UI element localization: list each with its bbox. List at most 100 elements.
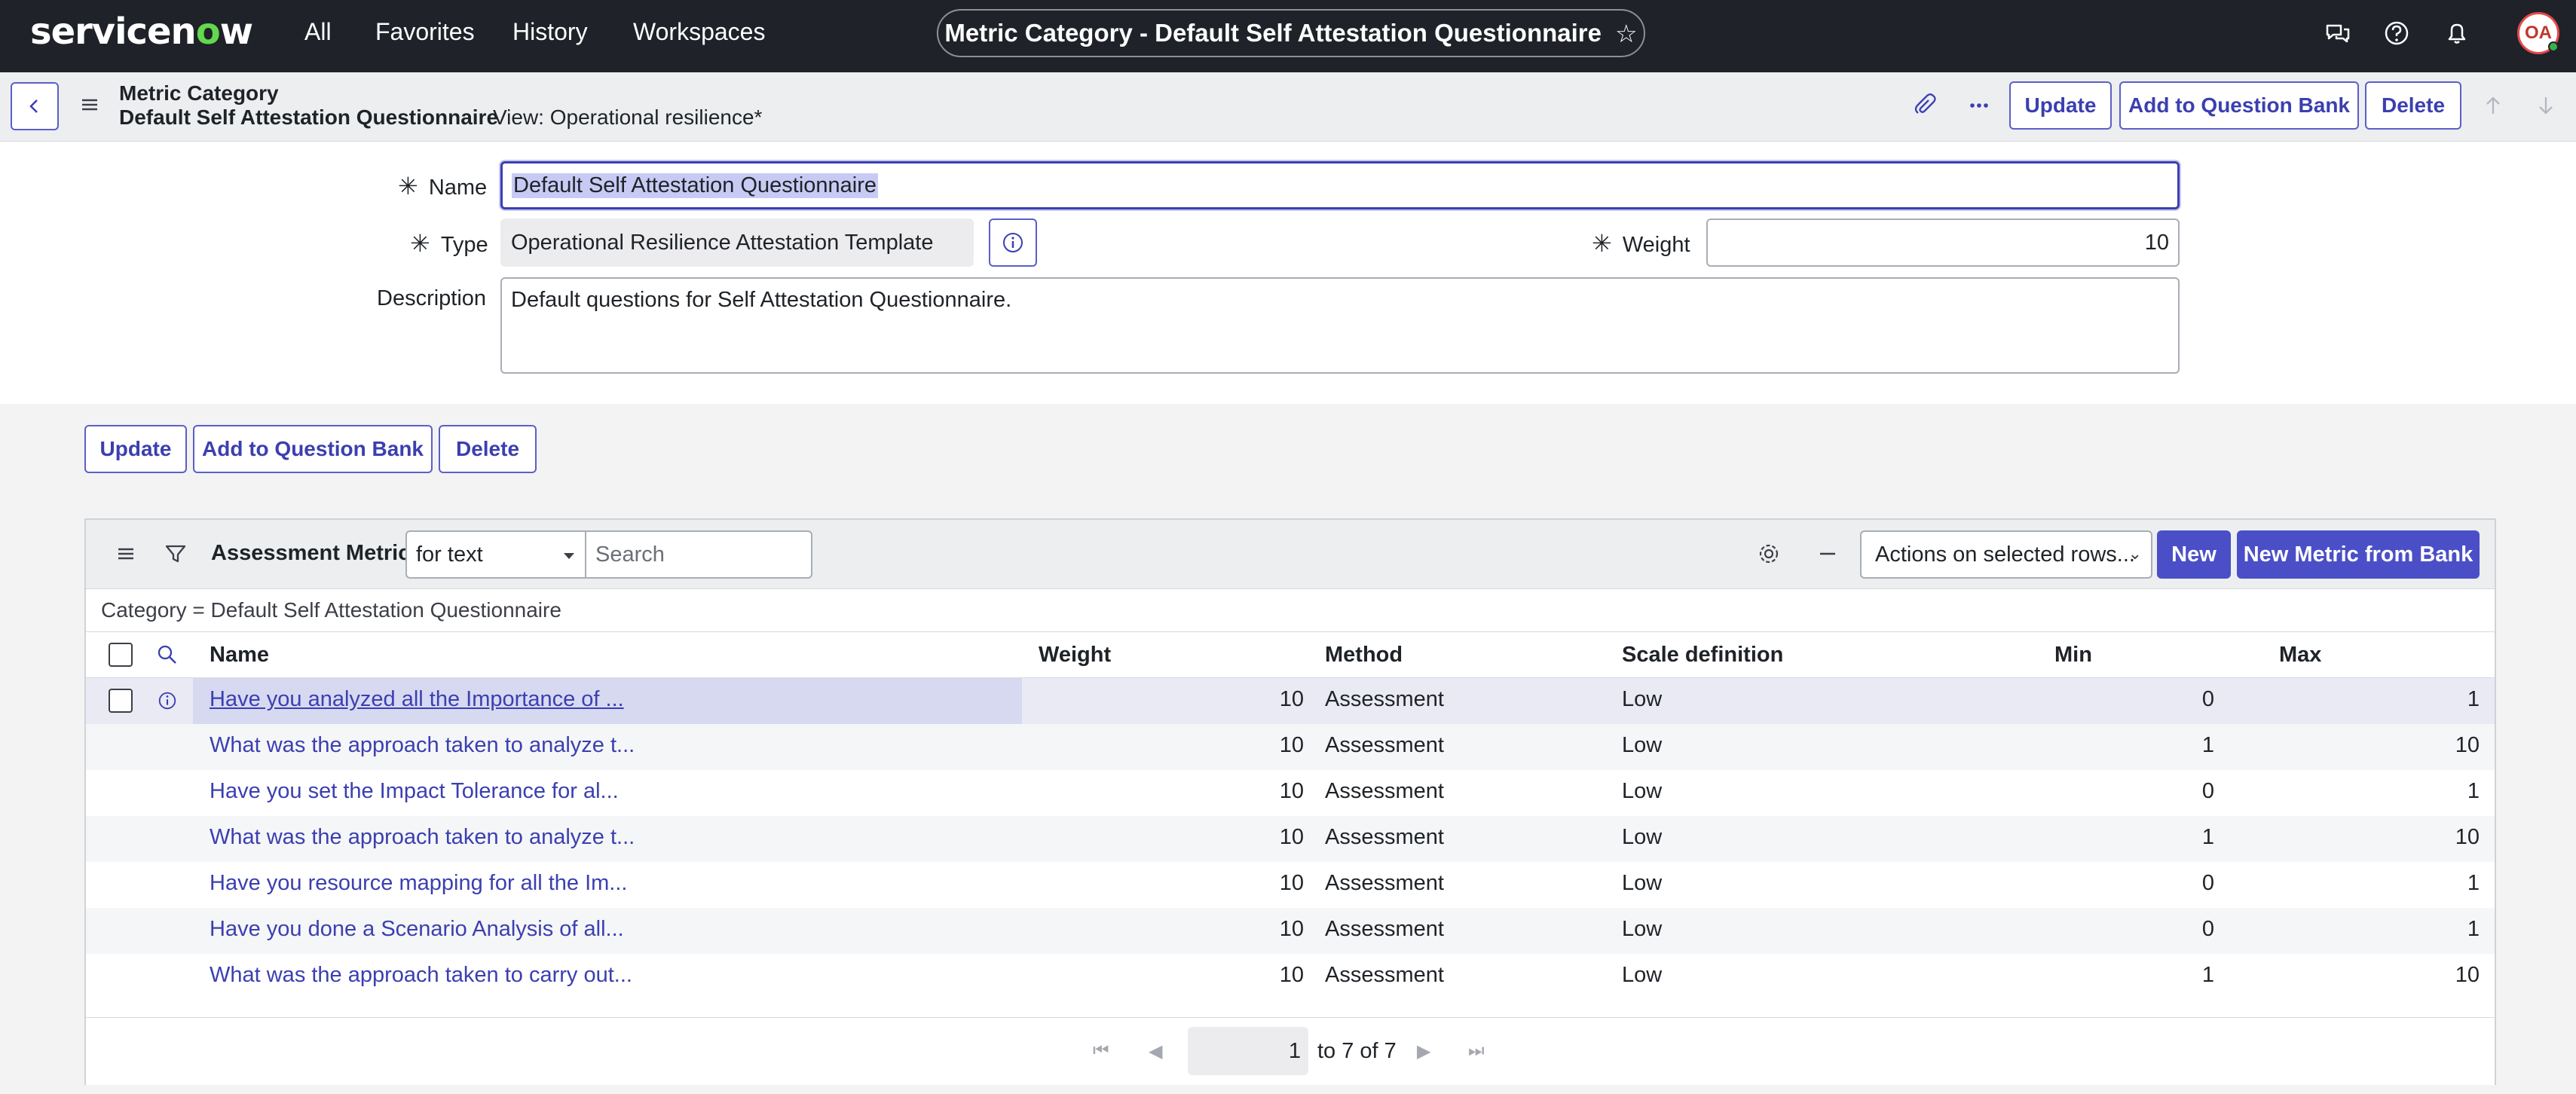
page-number-input[interactable]: 1 bbox=[1188, 1027, 1308, 1075]
list-pagination: ⏮ ◀ 1 to 7 of 7 ▶ ⏭ bbox=[86, 1017, 2495, 1085]
header-delete-button[interactable]: Delete bbox=[2365, 81, 2461, 130]
collapse-icon[interactable] bbox=[1813, 539, 1842, 568]
back-button[interactable] bbox=[11, 82, 59, 130]
type-label-text: Type bbox=[440, 233, 488, 257]
column-header-max[interactable]: Max bbox=[2279, 643, 2321, 668]
last-page-icon[interactable]: ⏭ bbox=[1468, 1041, 1485, 1062]
list-filter-breadcrumb[interactable]: Category = Default Self Attestation Ques… bbox=[101, 598, 561, 622]
description-field[interactable]: Default questions for Self Attestation Q… bbox=[500, 277, 2180, 374]
table-row[interactable]: Have you done a Scenario Analysis of all… bbox=[86, 908, 2495, 954]
list-menu-icon[interactable] bbox=[112, 539, 140, 568]
row-name-link[interactable]: What was the approach taken to analyze t… bbox=[210, 825, 635, 850]
chevron-left-icon bbox=[29, 99, 38, 113]
search-icon[interactable] bbox=[155, 643, 179, 667]
servicenow-logo[interactable]: servicenow bbox=[30, 11, 253, 53]
row-name-link[interactable]: What was the approach taken to analyze t… bbox=[210, 733, 635, 758]
row-scale: Low bbox=[1622, 871, 1663, 895]
info-icon[interactable] bbox=[157, 690, 178, 711]
first-page-icon[interactable]: ⏮ bbox=[1093, 1041, 1109, 1062]
row-name-link[interactable]: Have you set the Impact Tolerance for al… bbox=[210, 779, 619, 804]
name-field[interactable]: Default Self Attestation Questionnaire bbox=[500, 161, 2180, 209]
context-menu-icon[interactable] bbox=[77, 92, 102, 118]
row-min: 1 bbox=[2201, 825, 2214, 849]
row-method: Assessment bbox=[1325, 733, 1444, 757]
header-update-button[interactable]: Update bbox=[2009, 81, 2112, 130]
page-title-pill[interactable]: Metric Category - Default Self Attestati… bbox=[937, 9, 1645, 57]
table-row[interactable]: Have you set the Impact Tolerance for al… bbox=[86, 770, 2495, 816]
column-header-method[interactable]: Method bbox=[1325, 643, 1403, 668]
row-min: 0 bbox=[2201, 779, 2214, 803]
update-button[interactable]: Update bbox=[84, 425, 187, 473]
table-row[interactable]: Have you analyzed all the Importance of … bbox=[86, 678, 2495, 724]
next-record-arrow-icon[interactable] bbox=[2531, 90, 2561, 121]
table-header-row: Name Weight Method Scale definition Min … bbox=[86, 631, 2495, 678]
header-add-to-question-bank-button[interactable]: Add to Question Bank bbox=[2119, 81, 2359, 130]
page-range-text: to 7 of 7 bbox=[1317, 1039, 1397, 1063]
new-metric-from-bank-button[interactable]: New Metric from Bank bbox=[2237, 530, 2480, 579]
row-name-link[interactable]: Have you resource mapping for all the Im… bbox=[210, 871, 627, 896]
form-header: Metric Category Default Self Attestation… bbox=[0, 72, 2576, 142]
table-row[interactable]: What was the approach taken to carry out… bbox=[86, 954, 2495, 1000]
attachment-icon[interactable] bbox=[1910, 90, 1940, 121]
nav-history[interactable]: History bbox=[512, 18, 588, 46]
caret-down-icon bbox=[564, 553, 574, 559]
column-header-scale-definition[interactable]: Scale definition bbox=[1622, 643, 1783, 668]
row-max: 1 bbox=[2467, 779, 2480, 803]
row-name-link[interactable]: Have you done a Scenario Analysis of all… bbox=[210, 917, 624, 942]
delete-button[interactable]: Delete bbox=[439, 425, 537, 473]
row-weight: 10 bbox=[1279, 871, 1304, 895]
row-checkbox[interactable] bbox=[109, 689, 133, 713]
type-label: ✳ Type bbox=[410, 229, 488, 258]
row-name-link[interactable]: Have you analyzed all the Importance of … bbox=[210, 687, 624, 712]
row-scale: Low bbox=[1622, 963, 1663, 987]
previous-record-arrow-icon[interactable] bbox=[2478, 90, 2508, 121]
column-header-name[interactable]: Name bbox=[210, 643, 269, 668]
help-icon[interactable] bbox=[2382, 18, 2412, 48]
filter-icon[interactable] bbox=[161, 539, 190, 568]
new-button[interactable]: New bbox=[2157, 530, 2231, 579]
description-label: Description bbox=[377, 286, 487, 310]
table-row[interactable]: What was the approach taken to analyze t… bbox=[86, 816, 2495, 862]
chat-icon[interactable] bbox=[2323, 18, 2353, 48]
row-max: 10 bbox=[2455, 733, 2480, 757]
nav-favorites[interactable]: Favorites bbox=[375, 18, 475, 46]
row-weight: 10 bbox=[1279, 687, 1304, 711]
chevron-down-icon: ⌄ bbox=[2128, 544, 2142, 563]
row-method: Assessment bbox=[1325, 963, 1444, 987]
row-method: Assessment bbox=[1325, 779, 1444, 803]
next-page-icon[interactable]: ▶ bbox=[1417, 1041, 1430, 1062]
gear-icon[interactable] bbox=[1755, 539, 1783, 568]
record-name: Default Self Attestation Questionnaire bbox=[119, 105, 499, 129]
search-field-select[interactable]: for text bbox=[405, 530, 586, 579]
table-row[interactable]: Have you resource mapping for all the Im… bbox=[86, 862, 2495, 908]
row-weight: 10 bbox=[1279, 733, 1304, 757]
column-header-min[interactable]: Min bbox=[2054, 643, 2092, 668]
search-input[interactable]: Search bbox=[586, 530, 812, 579]
user-avatar[interactable]: OA bbox=[2517, 12, 2559, 54]
row-weight: 10 bbox=[1279, 963, 1304, 987]
row-max: 10 bbox=[2455, 825, 2480, 849]
bell-icon[interactable] bbox=[2442, 18, 2472, 48]
row-weight: 10 bbox=[1279, 779, 1304, 803]
weight-field[interactable]: 10 bbox=[1706, 218, 2180, 267]
table-row[interactable]: What was the approach taken to analyze t… bbox=[86, 724, 2495, 770]
previous-page-icon[interactable]: ◀ bbox=[1149, 1041, 1162, 1062]
type-info-button[interactable] bbox=[989, 218, 1037, 267]
view-label[interactable]: View: Operational resilience* bbox=[493, 105, 762, 130]
list-title: Assessment Metrics bbox=[211, 541, 423, 565]
description-field-value: Default questions for Self Attestation Q… bbox=[511, 288, 1012, 312]
row-min: 0 bbox=[2201, 687, 2214, 711]
nav-all[interactable]: All bbox=[304, 18, 332, 46]
top-navigation-bar: servicenow All Favorites History Workspa… bbox=[0, 0, 2576, 72]
select-all-checkbox[interactable] bbox=[109, 643, 133, 667]
nav-workspaces[interactable]: Workspaces bbox=[633, 18, 765, 46]
column-header-weight[interactable]: Weight bbox=[1039, 643, 1111, 668]
more-options-icon[interactable] bbox=[1964, 90, 1994, 121]
presence-status-icon bbox=[2548, 41, 2559, 52]
row-scale: Low bbox=[1622, 687, 1663, 711]
favorite-star-icon[interactable]: ☆ bbox=[1615, 19, 1638, 48]
add-to-question-bank-button[interactable]: Add to Question Bank bbox=[193, 425, 433, 473]
actions-on-selected-rows-select[interactable]: Actions on selected rows... ⌄ bbox=[1860, 530, 2152, 579]
row-name-link[interactable]: What was the approach taken to carry out… bbox=[210, 963, 632, 988]
row-max: 1 bbox=[2467, 687, 2480, 711]
